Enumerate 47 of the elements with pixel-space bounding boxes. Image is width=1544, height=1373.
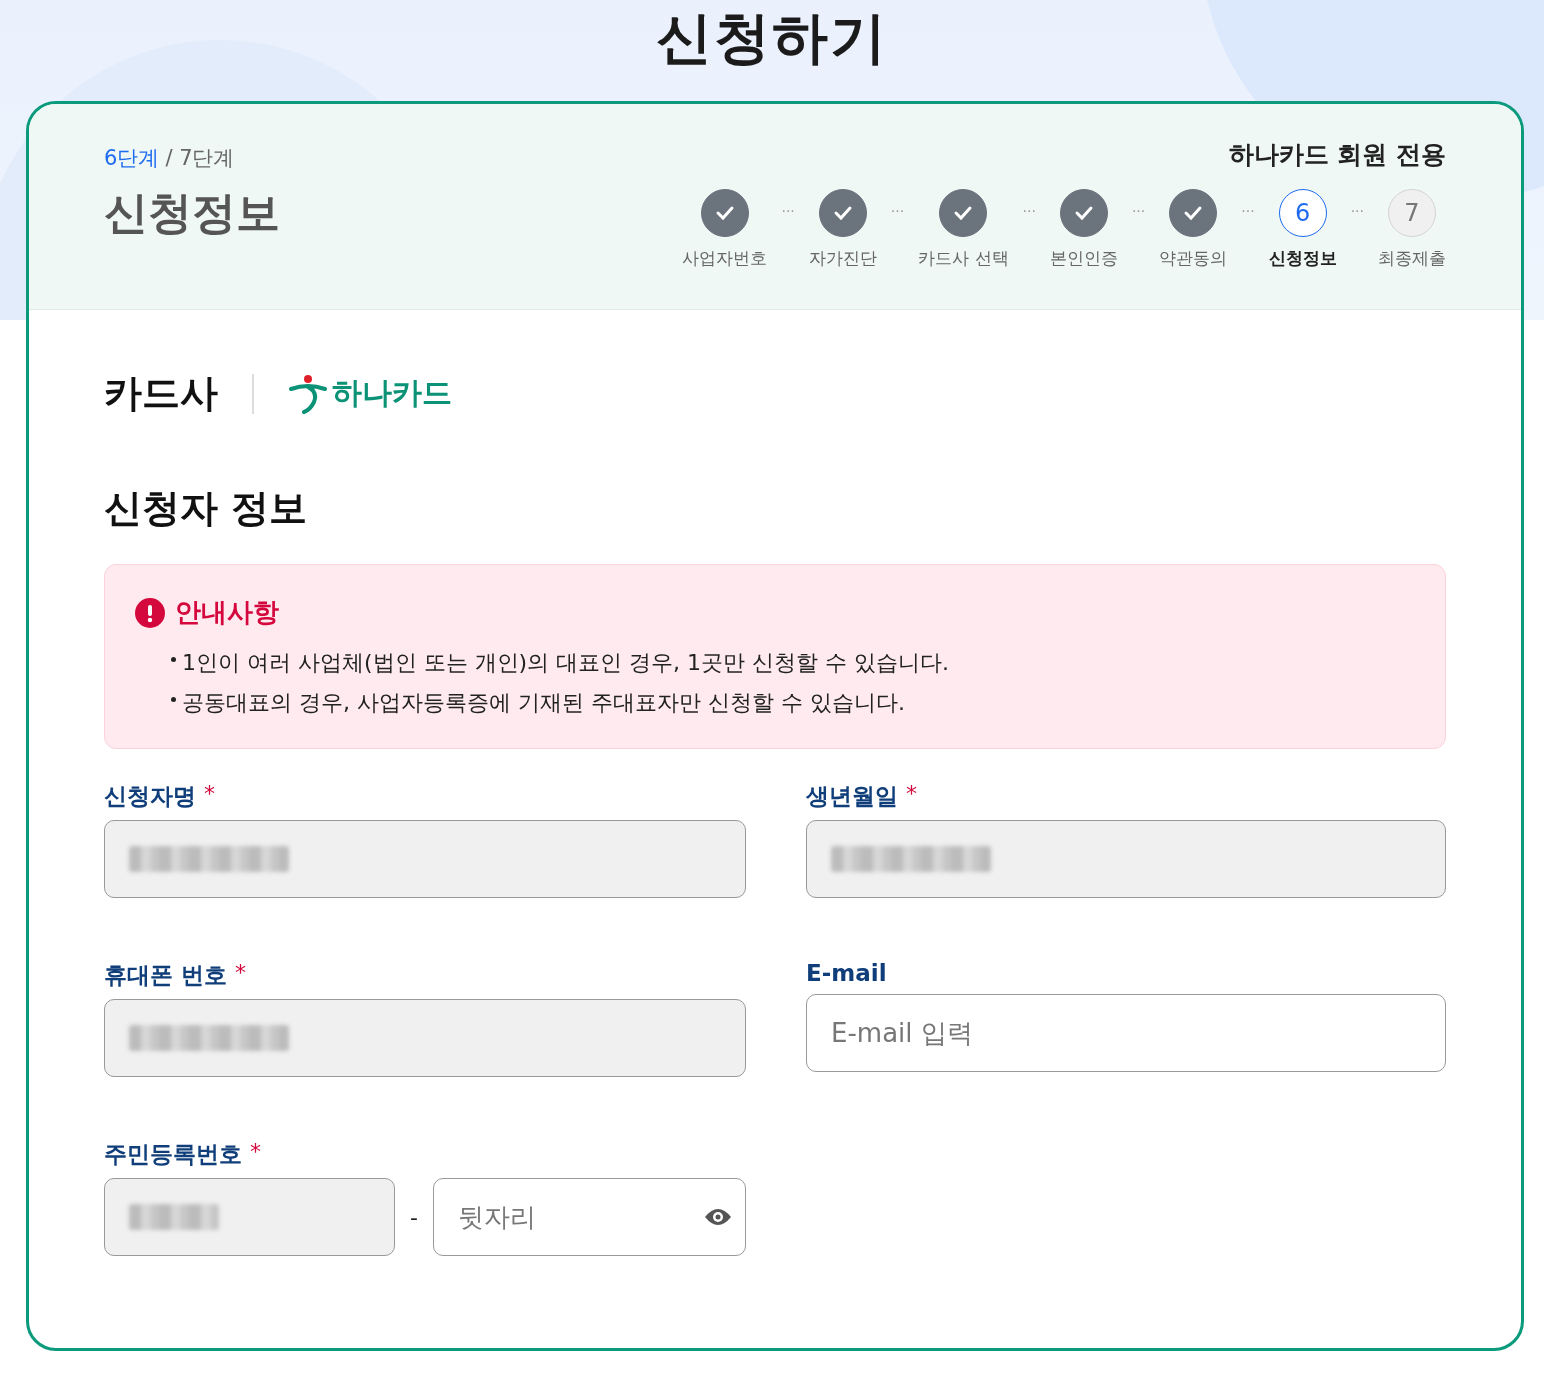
field-label: 주민등록번호 (104, 1140, 242, 1169)
notice-text: 공동대표의 경우, 사업자등록증에 기재된 주대표자만 신청할 수 있습니다. (182, 689, 905, 717)
notice-title: 안내사항 (175, 596, 279, 629)
section-heading: 신청자 정보 (104, 485, 309, 532)
input-field[interactable]: 뒷자리 (433, 1178, 746, 1256)
eye-icon[interactable] (704, 1207, 732, 1227)
step-label: 약관동의 (1159, 247, 1228, 270)
notice-text: 1인이 여러 사업체(법인 또는 개인)의 대표인 경우, 1곳만 신청할 수 있습니다. (182, 649, 950, 677)
input-field[interactable] (806, 820, 1446, 898)
member-only-label: 하나카드 회원 전용 (1228, 139, 1446, 171)
step-label: 본인인증 (1049, 247, 1118, 270)
bullet-icon (171, 657, 176, 662)
step-circle: 7 (1388, 189, 1436, 237)
field-label: 생년월일 (806, 782, 898, 811)
step-separator: ··· (781, 203, 795, 219)
field-label: E-mail (806, 960, 887, 986)
step-separator: ··· (1022, 203, 1036, 219)
brand-name: 하나카드 (332, 374, 452, 412)
step-label: 신청정보 (1268, 247, 1337, 270)
field-label: 신청자명 (104, 782, 196, 811)
required-mark: * (204, 781, 215, 808)
field-label: 휴대폰 번호 (104, 961, 227, 990)
input-field[interactable] (104, 999, 746, 1077)
card-company-label: 카드사 (104, 370, 218, 417)
step-separator: ··· (1131, 203, 1146, 219)
required-mark: * (250, 1139, 261, 1166)
section-title: 신청정보 (104, 186, 280, 240)
required-mark: * (235, 960, 246, 987)
step-separator: ··· (1241, 203, 1255, 219)
input-field[interactable] (104, 820, 746, 898)
current-step: 6단계 (104, 144, 160, 172)
step-label: 사업자번호 (682, 247, 768, 270)
bullet-icon (171, 697, 176, 702)
step-separator: ··· (1350, 203, 1364, 219)
dash: - (409, 1204, 419, 1230)
required-mark: * (906, 781, 917, 808)
alert-icon (135, 597, 165, 628)
step-separator: ··· (890, 203, 905, 219)
total-steps: / 7단계 (165, 144, 235, 172)
page-title: 신청하기 (655, 4, 889, 72)
step-circle: 6 (1278, 189, 1327, 237)
input-field[interactable] (104, 1178, 395, 1256)
input-field[interactable]: E-mail 입력 (806, 994, 1446, 1072)
logo-icon (288, 373, 328, 414)
step-label: 카드사 선택 (918, 247, 1009, 270)
step-label: 자가진단 (808, 247, 877, 270)
step-label: 최종제출 (1378, 247, 1446, 270)
